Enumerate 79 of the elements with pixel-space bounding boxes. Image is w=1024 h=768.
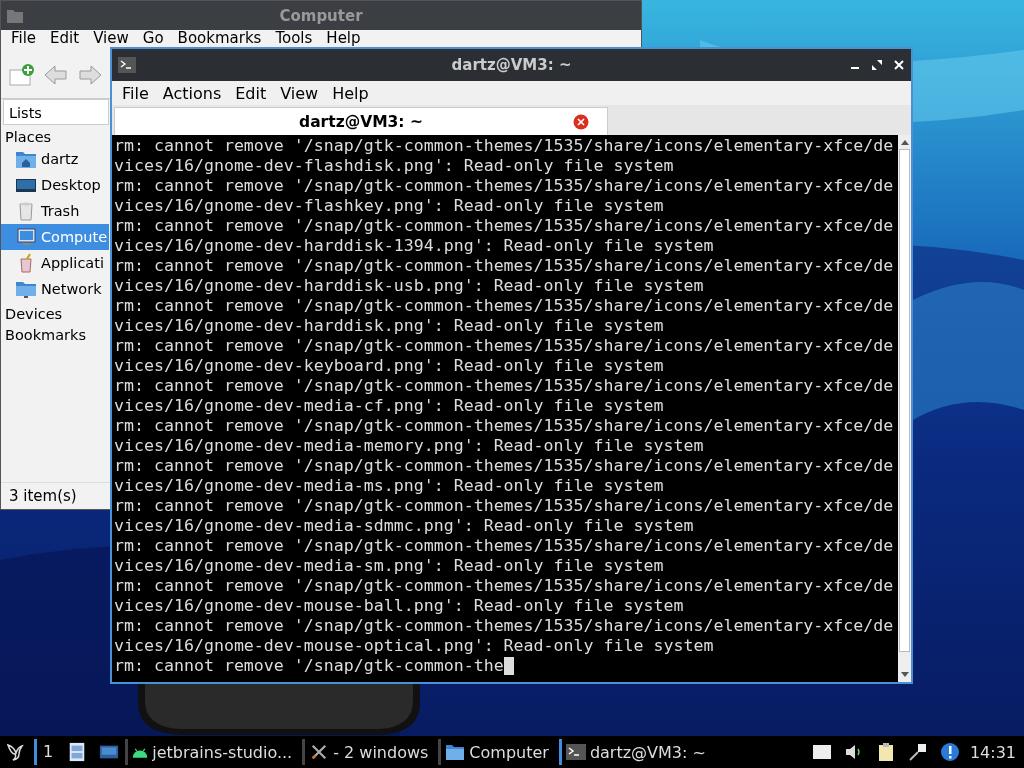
terminal-line: rm: cannot remove '/snap/gtk-common-themes/1535/share/icons/elementary-xfce/de <box>114 256 895 276</box>
bird-menu-icon[interactable] <box>4 741 26 763</box>
menu-item[interactable]: Tools <box>275 30 313 46</box>
terminal-line: vices/16/gnome-dev-mouse-optical.png': Read-only file system <box>114 636 715 656</box>
menu-item[interactable]: Help <box>326 30 361 46</box>
terminal-line: vices/16/gnome-dev-flashkey.png': Read-only file system <box>114 196 665 216</box>
info-icon[interactable] <box>939 742 960 762</box>
terminal-line: vices/16/gnome-dev-media-cf.png': Read-only file system <box>114 396 665 416</box>
menu-item[interactable]: View <box>93 30 129 46</box>
folder-icon <box>445 743 466 761</box>
scroll-down-icon[interactable] <box>899 671 910 679</box>
terminal-line: vices/16/gnome-dev-harddisk-usb.png': Read-only file system <box>114 276 705 296</box>
sidebar-item[interactable]: Network <box>1 276 109 302</box>
sidebar-item[interactable]: Desktop <box>1 172 109 198</box>
window-title: Computer <box>279 6 363 25</box>
terminal-line: vices/16/gnome-dev-mouse-ball.png': Read-only file system <box>114 596 685 616</box>
sidebar-item[interactable]: dartz <box>1 146 109 172</box>
scrollbar[interactable] <box>898 135 911 682</box>
terminal-icon <box>118 57 136 73</box>
new-folder-icon[interactable] <box>9 63 35 87</box>
menu-item[interactable]: Bookmarks <box>177 30 262 46</box>
menu-item[interactable]: Help <box>332 83 369 103</box>
terminal-line: rm: cannot remove '/snap/gtk-common-themes/1535/share/icons/elementary-xfce/de <box>114 176 895 196</box>
taskbar-button[interactable]: jetbrains-studio... <box>125 739 303 765</box>
close-tab-icon[interactable] <box>573 113 589 130</box>
terminal-line: vices/16/gnome-dev-media-memory.png': Read-only file system <box>114 436 705 456</box>
terminal-line: rm: cannot remove '/snap/gtk-common-themes/1535/share/icons/elementary-xfce/de <box>114 616 895 636</box>
taskbar-button[interactable]: dartz@VM3: ~ <box>558 739 716 765</box>
clock: 14:31 <box>969 742 1016 762</box>
close-icon[interactable] <box>893 59 905 71</box>
folder-icon <box>7 8 23 23</box>
menu-item[interactable]: Go <box>142 30 164 46</box>
menu-item[interactable]: File <box>122 83 149 103</box>
scroll-thumb[interactable] <box>899 149 910 652</box>
network-folder-icon <box>15 279 37 299</box>
sidebar-item[interactable]: Trash <box>1 198 109 224</box>
status-text: 3 item(s) <box>9 487 77 505</box>
taskbar-button[interactable]: - 2 windows <box>302 739 439 765</box>
terminal-line: vices/16/gnome-dev-media-sdmmc.png': Read-only file system <box>114 516 695 536</box>
menu-item[interactable]: Edit <box>50 30 80 46</box>
terminal-line: rm: cannot remove '/snap/gtk-common-themes/1535/share/icons/elementary-xfce/de <box>114 336 895 356</box>
terminal-line: rm: cannot remove '/snap/gtk-common-themes/1535/share/icons/elementary-xfce/de <box>114 496 895 516</box>
terminal-line: vices/16/gnome-dev-media-sm.png': Read-only file system <box>114 556 665 576</box>
terminal-line: rm: cannot remove '/snap/gtk-common-themes/1535/share/icons/elementary-xfce/de <box>114 296 895 316</box>
section-heading: Bookmarks <box>4 326 87 344</box>
terminal-line: vices/16/gnome-dev-harddisk.png': Read-only file system <box>114 316 665 336</box>
menu-item[interactable]: File <box>11 30 37 46</box>
tab-title: dartz@VM3: ~ <box>299 112 423 131</box>
terminal-tab[interactable]: dartz@VM3: ~ <box>114 107 608 135</box>
terminal-line: rm: cannot remove '/snap/gtk-common-themes/1535/share/icons/elementary-xfce/de <box>114 456 895 476</box>
drive-icon[interactable] <box>811 742 832 762</box>
terminal-line: vices/16/gnome-dev-media-ms.png': Read-only file system <box>114 476 665 496</box>
menu-item[interactable]: Edit <box>235 83 267 103</box>
terminal-line: vices/16/gnome-dev-harddisk-1394.png': Read-only file system <box>114 236 715 256</box>
terminal-line: vices/16/gnome-dev-flashdisk.png': Read-only file system <box>114 156 675 176</box>
computer-icon <box>15 227 37 247</box>
workspace-button[interactable]: 1 <box>34 739 62 765</box>
terminal-line: vices/16/gnome-dev-keyboard.png': Read-only file system <box>114 356 665 376</box>
terminal-line: rm: cannot remove '/snap/gtk-common-the <box>114 656 504 676</box>
taskbar-button[interactable]: Computer <box>438 739 559 765</box>
terminal-line: rm: cannot remove '/snap/gtk-common-themes/1535/share/icons/elementary-xfce/de <box>114 536 895 556</box>
terminal-line: rm: cannot remove '/snap/gtk-common-themes/1535/share/icons/elementary-xfce/de <box>114 416 895 436</box>
terminal-icon <box>565 743 586 761</box>
window-title: dartz@VM3: ~ <box>451 56 572 74</box>
menu-item[interactable]: Actions <box>162 83 222 103</box>
network-cable-icon[interactable] <box>907 742 928 762</box>
section-heading: Devices <box>4 305 64 323</box>
terminal-line: rm: cannot remove '/snap/gtk-common-themes/1535/share/icons/elementary-xfce/de <box>114 376 895 396</box>
terminal-line: rm: cannot remove '/snap/gtk-common-themes/1535/share/icons/elementary-xfce/de <box>114 136 895 156</box>
terminal-line: rm: cannot remove '/snap/gtk-common-themes/1535/share/icons/elementary-xfce/de <box>114 216 895 236</box>
text-cursor <box>503 657 514 675</box>
side-pane-selector[interactable]: Lists <box>3 99 109 125</box>
sidebar-item[interactable]: Applicati <box>1 250 109 276</box>
menu-item[interactable]: View <box>280 83 319 103</box>
scroll-up-icon[interactable] <box>899 138 910 146</box>
home-folder-icon <box>15 149 37 169</box>
maximize-icon[interactable] <box>871 59 883 71</box>
section-heading: Places <box>4 128 53 146</box>
terminal-line: rm: cannot remove '/snap/gtk-common-themes/1535/share/icons/elementary-xfce/de <box>114 576 895 596</box>
